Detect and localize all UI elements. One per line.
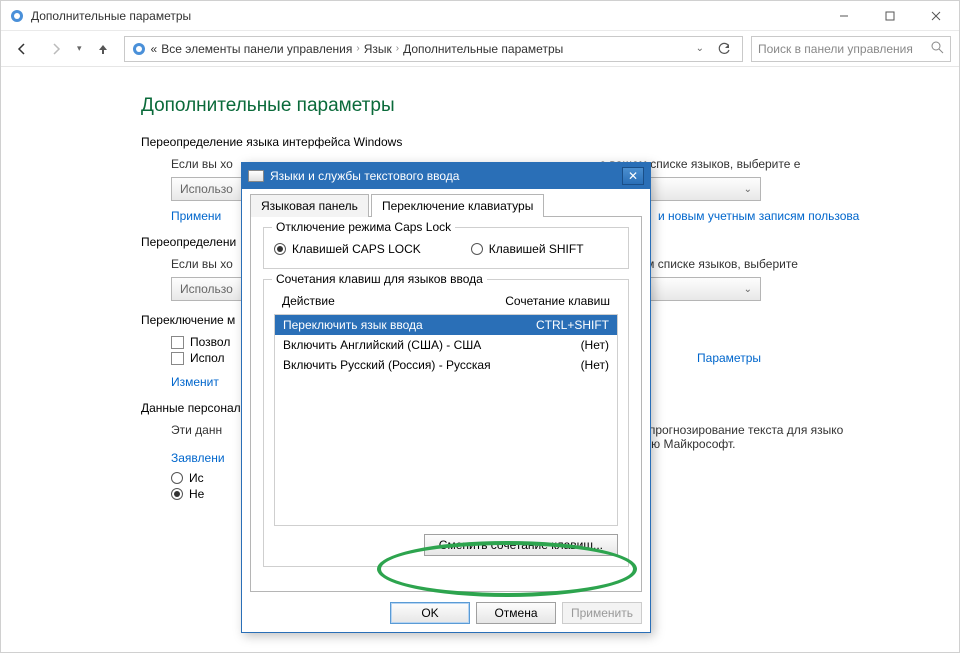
search-placeholder: Поиск в панели управления <box>758 42 931 56</box>
group-title: Сочетания клавиш для языков ввода <box>272 272 487 286</box>
tab-panel: Отключение режима Caps Lock Клавишей CAP… <box>250 217 642 592</box>
radio-icon <box>274 243 286 255</box>
page-title: Дополнительные параметры <box>141 95 919 117</box>
breadcrumb-separator: › <box>396 43 399 54</box>
search-input[interactable]: Поиск в панели управления <box>751 36 951 62</box>
col-keys: Сочетание клавиш <box>505 294 610 308</box>
window-title: Дополнительные параметры <box>31 9 191 23</box>
search-icon <box>931 41 944 57</box>
breadcrumb-item[interactable]: Все элементы панели управления <box>161 42 352 56</box>
ok-button[interactable]: OK <box>390 602 470 624</box>
group-title: Отключение режима Caps Lock <box>272 220 455 234</box>
maximize-button[interactable] <box>867 1 913 31</box>
breadcrumb-dropdown[interactable]: ⌄ <box>692 43 708 54</box>
checkbox-icon <box>171 352 184 365</box>
dialog-title: Языки и службы текстового ввода <box>270 169 459 183</box>
keyboard-icon <box>248 170 264 182</box>
dialog-tabs: Языковая панель Переключение клавиатуры <box>250 193 642 217</box>
shortcut-header: Действие Сочетание клавиш <box>274 290 618 314</box>
radio-icon <box>471 243 483 255</box>
checkbox-icon <box>171 336 184 349</box>
shortcut-row[interactable]: Переключить язык ввода CTRL+SHIFT <box>275 315 617 335</box>
radio-icon <box>171 488 183 500</box>
cancel-button[interactable]: Отмена <box>476 602 556 624</box>
apply-display-language-link[interactable]: и новым учетным записям пользова <box>658 209 859 223</box>
close-button[interactable] <box>913 1 959 31</box>
apply-display-language-link[interactable]: Примени <box>171 209 221 223</box>
tab-language-bar[interactable]: Языковая панель <box>250 194 369 217</box>
control-panel-icon <box>131 41 147 57</box>
minimize-button[interactable] <box>821 1 867 31</box>
change-hotkeys-link[interactable]: Изменит <box>171 375 219 389</box>
dialog-button-row: OK Отмена Применить <box>250 602 642 624</box>
up-button[interactable] <box>90 36 116 62</box>
section-heading: Переопределение языка интерфейса Windows <box>141 135 919 149</box>
hotkeys-group: Сочетания клавиш для языков ввода Действ… <box>263 279 629 567</box>
radio-capslock[interactable]: Клавишей CAPS LOCK <box>274 242 421 256</box>
parameters-link[interactable]: Параметры <box>697 351 761 365</box>
dialog-close-button[interactable]: ✕ <box>622 167 644 185</box>
shortcut-row[interactable]: Включить Английский (США) - США (Нет) <box>275 335 617 355</box>
shortcut-list[interactable]: Переключить язык ввода CTRL+SHIFT Включи… <box>274 314 618 526</box>
radio-shift[interactable]: Клавишей SHIFT <box>471 242 584 256</box>
shortcut-row[interactable]: Включить Русский (Россия) - Русская (Нет… <box>275 355 617 375</box>
nav-bar: ▾ « Все элементы панели управления › Язы… <box>1 31 959 67</box>
dialog-body: Языковая панель Переключение клавиатуры … <box>242 189 650 632</box>
breadcrumb-bar[interactable]: « Все элементы панели управления › Язык … <box>124 36 743 62</box>
forward-button[interactable] <box>43 36 69 62</box>
tab-keyboard-switching[interactable]: Переключение клавиатуры <box>371 194 544 217</box>
breadcrumb-item[interactable]: Язык <box>364 42 392 56</box>
radio-icon <box>171 472 183 484</box>
breadcrumb-item[interactable]: Дополнительные параметры <box>403 42 563 56</box>
change-key-sequence-button[interactable]: Сменить сочетание клавиш... <box>424 534 618 556</box>
apply-button[interactable]: Применить <box>562 602 642 624</box>
breadcrumb-prefix[interactable]: « <box>151 42 158 56</box>
control-panel-window: Дополнительные параметры ▾ « Все элемен <box>0 0 960 653</box>
recent-locations-dropdown[interactable]: ▾ <box>77 43 82 54</box>
privacy-statement-link[interactable]: Заявлени <box>171 451 225 465</box>
capslock-group: Отключение режима Caps Lock Клавишей CAP… <box>263 227 629 269</box>
dialog-title-bar[interactable]: Языки и службы текстового ввода ✕ <box>242 163 650 189</box>
breadcrumb-separator: › <box>356 43 359 54</box>
control-panel-icon <box>9 8 25 24</box>
title-bar: Дополнительные параметры <box>1 1 959 31</box>
chevron-down-icon: ⌄ <box>744 184 752 195</box>
refresh-button[interactable] <box>712 37 736 61</box>
text-services-dialog: Языки и службы текстового ввода ✕ Языков… <box>241 162 651 633</box>
chevron-down-icon: ⌄ <box>744 284 752 295</box>
back-button[interactable] <box>9 36 35 62</box>
col-action: Действие <box>282 294 335 308</box>
